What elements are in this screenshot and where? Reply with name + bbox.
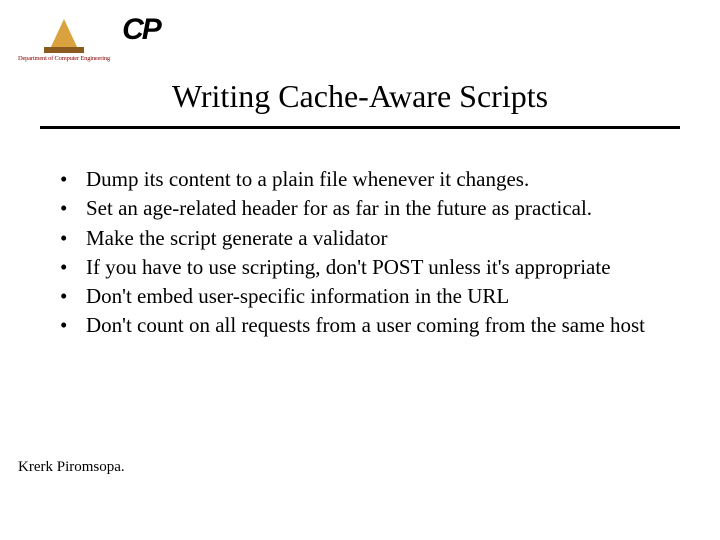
list-item: If you have to use scripting, don't POST… — [56, 254, 680, 281]
list-item: Don't embed user-specific information in… — [56, 283, 680, 310]
bullet-list: Dump its content to a plain file wheneve… — [56, 166, 680, 340]
flame-icon — [50, 19, 78, 49]
list-item: Dump its content to a plain file wheneve… — [56, 166, 680, 193]
department-logo: Department of Computer Engineering — [18, 19, 110, 62]
cp-logo: CP — [116, 8, 166, 52]
list-item: Set an age-related header for as far in … — [56, 195, 680, 222]
title-container: Writing Cache-Aware Scripts — [0, 78, 720, 115]
list-item: Make the script generate a validator — [56, 225, 680, 252]
horizontal-rule — [40, 126, 680, 129]
flame-base-icon — [44, 47, 84, 53]
logo-area: Department of Computer Engineering CP — [18, 8, 166, 62]
department-caption: Department of Computer Engineering — [18, 55, 110, 62]
content-area: Dump its content to a plain file wheneve… — [56, 166, 680, 342]
footer-author: Krerk Piromsopa. — [18, 459, 125, 476]
list-item: Don't count on all requests from a user … — [56, 312, 680, 339]
page-title: Writing Cache-Aware Scripts — [0, 78, 720, 115]
slide: Department of Computer Engineering CP Wr… — [0, 0, 720, 540]
